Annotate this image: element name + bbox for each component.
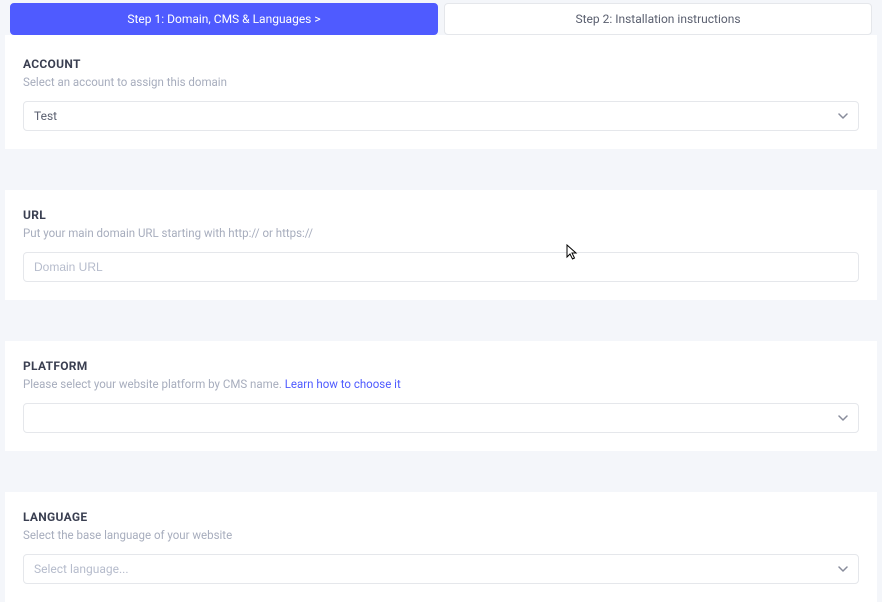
platform-help-link[interactable]: Learn how to choose it	[285, 377, 401, 391]
language-select-placeholder: Select language...	[34, 562, 129, 576]
account-select[interactable]: Test	[23, 101, 859, 131]
section-platform: PLATFORM Please select your website plat…	[5, 341, 877, 451]
chevron-down-icon	[838, 111, 848, 121]
tab-step-1[interactable]: Step 1: Domain, CMS & Languages >	[10, 3, 438, 35]
chevron-down-icon	[838, 564, 848, 574]
section-help-url: Put your main domain URL starting with h…	[23, 226, 859, 240]
section-account: ACCOUNT Select an account to assign this…	[5, 35, 877, 149]
url-input[interactable]	[34, 260, 848, 274]
platform-select[interactable]	[23, 403, 859, 433]
url-input-wrapper[interactable]	[23, 252, 859, 282]
section-title-language: LANGUAGE	[23, 510, 859, 524]
chevron-down-icon	[838, 413, 848, 423]
tab-step-2[interactable]: Step 2: Installation instructions	[444, 3, 872, 35]
section-url: URL Put your main domain URL starting wi…	[5, 190, 877, 300]
tab-step-1-label: Step 1: Domain, CMS & Languages >	[127, 12, 320, 26]
platform-help-text: Please select your website platform by C…	[23, 377, 285, 391]
account-select-value: Test	[34, 109, 57, 123]
language-select[interactable]: Select language...	[23, 554, 859, 584]
section-title-platform: PLATFORM	[23, 359, 859, 373]
wizard-tabs: Step 1: Domain, CMS & Languages > Step 2…	[0, 0, 882, 35]
section-help-platform: Please select your website platform by C…	[23, 377, 859, 391]
section-title-url: URL	[23, 208, 859, 222]
section-title-account: ACCOUNT	[23, 57, 859, 71]
tab-step-2-label: Step 2: Installation instructions	[575, 12, 740, 26]
section-help-account: Select an account to assign this domain	[23, 75, 859, 89]
section-help-language: Select the base language of your website	[23, 528, 859, 542]
